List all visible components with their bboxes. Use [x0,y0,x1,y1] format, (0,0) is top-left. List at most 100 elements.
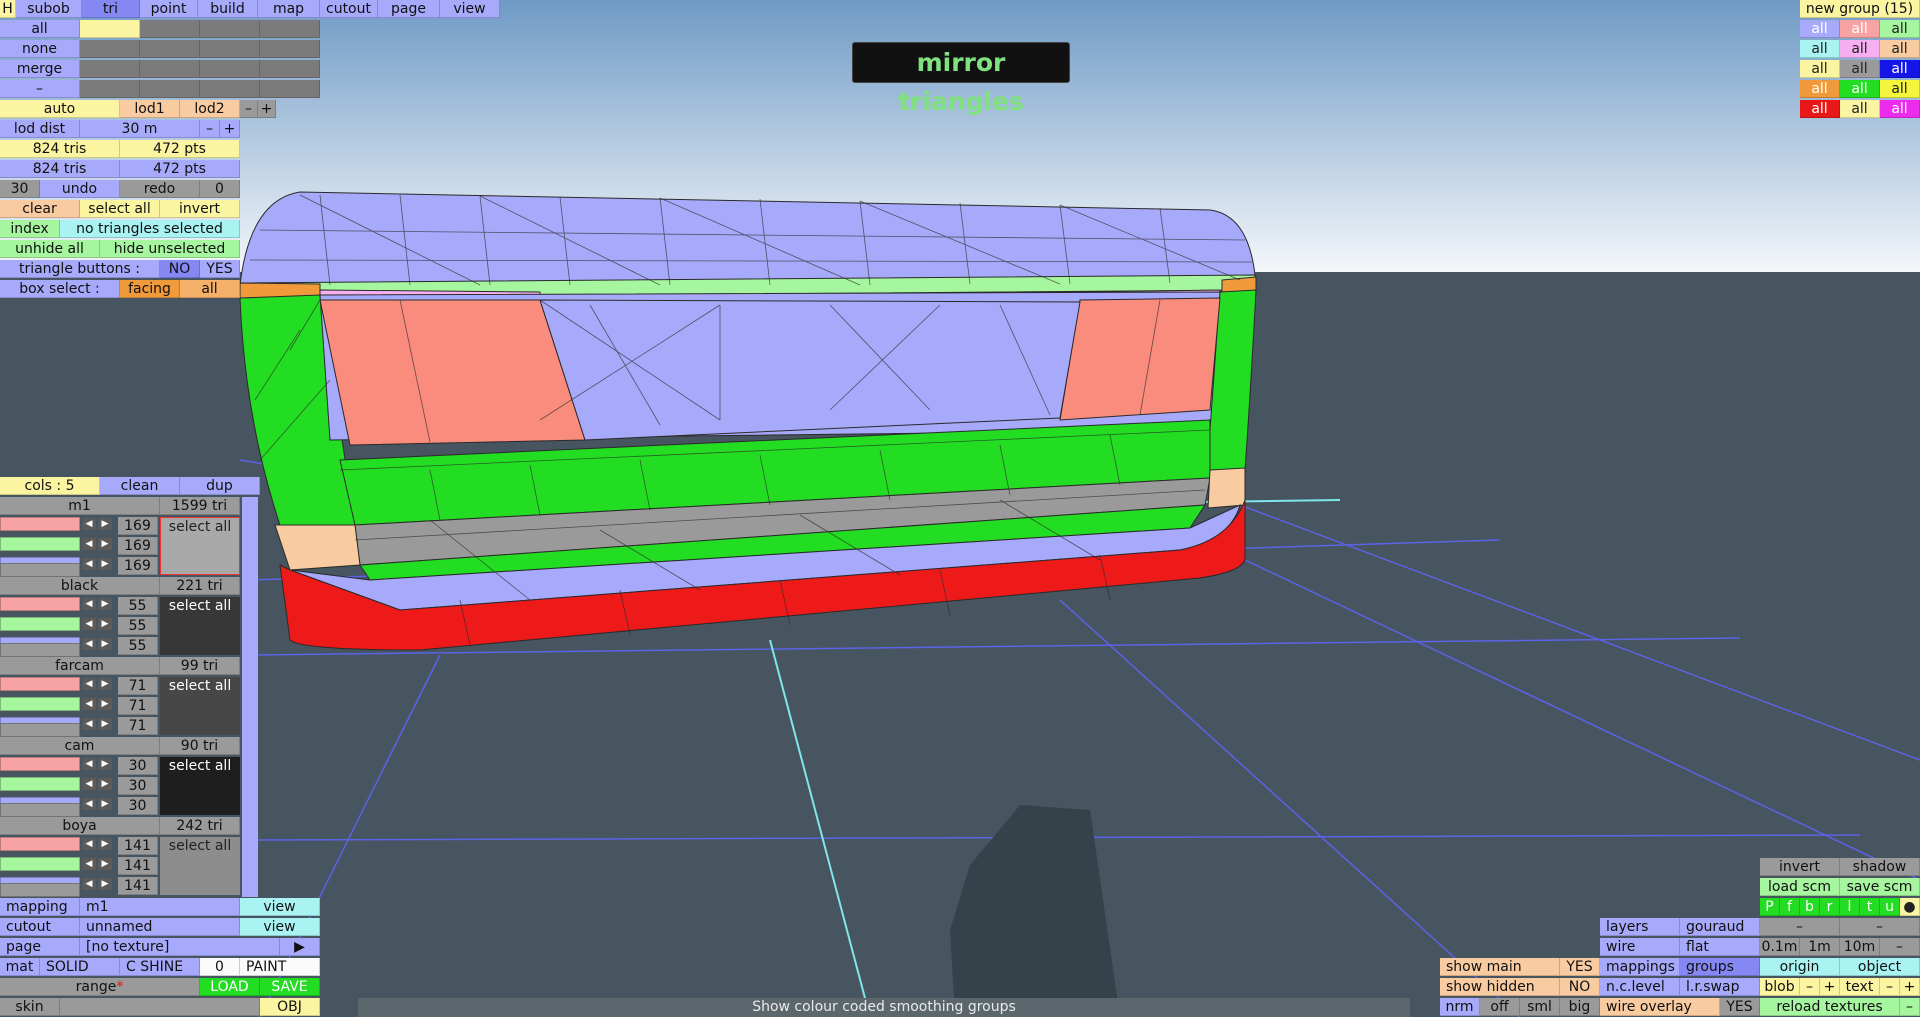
tab-tri[interactable]: tri [82,0,140,18]
invert-button[interactable]: invert [160,200,240,218]
dot-toggle-icon[interactable]: ● [1900,898,1920,916]
material-select-all-button[interactable]: select all [160,517,240,575]
triangle-buttons-yes[interactable]: YES [200,260,240,278]
group-select-all[interactable]: all [1800,80,1840,98]
lod-minus-button[interactable]: – [240,100,258,118]
nrm-button[interactable]: nrm [1440,998,1480,1016]
slot[interactable] [80,40,140,58]
arrow-left-icon[interactable]: ◀ [82,598,96,610]
mappings-button[interactable]: mappings [1600,958,1680,976]
dash-button[interactable]: – [0,80,80,98]
arrow-right-icon[interactable]: ▶ [98,778,112,790]
group-select-all[interactable]: all [1840,60,1880,78]
show-hidden-value[interactable]: NO [1560,978,1600,996]
load-button[interactable]: LOAD [200,978,260,996]
lod2-button[interactable]: lod2 [180,100,240,118]
mapping-view-button[interactable]: view [240,898,320,916]
wire-button[interactable]: wire [1600,938,1680,956]
lr-swap-button[interactable]: l.r.swap [1680,978,1760,996]
undo-button[interactable]: undo [40,180,120,198]
group-select-all[interactable]: all [1840,20,1880,38]
arrow-right-icon[interactable]: ▶ [98,838,112,850]
lod-auto-button[interactable]: auto [0,100,120,118]
3d-viewport[interactable] [0,0,1920,1017]
flag-toggle[interactable]: P [1760,898,1780,916]
show-hidden-toggle[interactable]: show hidden [1440,978,1560,996]
group-select-all[interactable]: all [1880,100,1920,118]
material-g-slider[interactable] [0,777,80,791]
save-scm-button[interactable]: save scm [1840,878,1920,896]
cutout-view-button[interactable]: view [240,918,320,936]
none-button[interactable]: none [0,40,80,58]
arrow-right-icon[interactable]: ▶ [98,618,112,630]
material-r-slider[interactable] [0,597,80,611]
tab-build[interactable]: build [198,0,258,18]
sml-button[interactable]: sml [1520,998,1560,1016]
arrow-right-icon[interactable]: ▶ [98,558,112,570]
arrow-left-icon[interactable]: ◀ [82,618,96,630]
lod-plus-button[interactable]: + [258,100,276,118]
slot[interactable] [80,60,140,78]
dash-button[interactable]: – [1760,918,1840,936]
arrow-right-icon[interactable]: ▶ [98,698,112,710]
arrow-right-icon[interactable]: ▶ [98,638,112,650]
clean-button[interactable]: clean [100,477,180,495]
obj-button[interactable]: OBJ [260,998,320,1016]
show-main-toggle[interactable]: show main [1440,958,1560,976]
lod-dist-minus[interactable]: – [200,120,220,138]
flag-toggle[interactable]: b [1800,898,1820,916]
arrow-right-icon[interactable]: ▶ [98,758,112,770]
arrow-right-icon[interactable]: ▶ [98,598,112,610]
group-select-all[interactable]: all [1880,20,1920,38]
cutout-value[interactable]: unnamed [80,918,240,936]
dist-1m[interactable]: 1m [1800,938,1840,956]
arrow-left-icon[interactable]: ◀ [82,878,96,890]
slot[interactable] [140,80,200,98]
material-select-all-button[interactable]: select all [160,597,240,655]
arrow-left-icon[interactable]: ◀ [82,798,96,810]
arrow-left-icon[interactable]: ◀ [82,838,96,850]
object-button[interactable]: object [1840,958,1920,976]
tab-subob[interactable]: subob [16,0,82,18]
redo-button[interactable]: redo [120,180,200,198]
tab-page[interactable]: page [378,0,440,18]
material-r-slider[interactable] [0,677,80,691]
slot[interactable] [80,80,140,98]
material-alpha-slider[interactable] [0,803,80,817]
group-select-all[interactable]: all [1840,80,1880,98]
arrow-left-icon[interactable]: ◀ [82,678,96,690]
wire-overlay-toggle[interactable]: wire overlay [1600,998,1720,1016]
text-button[interactable]: text [1840,978,1880,996]
tab-view[interactable]: view [440,0,500,18]
tab-h[interactable]: H [0,0,16,18]
lod1-button[interactable]: lod1 [120,100,180,118]
material-select-all-button[interactable]: select all [160,837,240,895]
arrow-right-icon[interactable]: ▶ [98,878,112,890]
material-select-all-button[interactable]: select all [160,677,240,735]
group-select-all[interactable]: all [1800,60,1840,78]
all-button[interactable]: all [0,20,80,38]
dist-0-1m[interactable]: 0.1m [1760,938,1800,956]
arrow-left-icon[interactable]: ◀ [82,638,96,650]
group-select-all[interactable]: all [1840,40,1880,58]
new-group-button[interactable]: new group (15) [1800,0,1920,18]
arrow-right-icon[interactable]: ▶ [98,798,112,810]
material-r-slider[interactable] [0,517,80,531]
arrow-left-icon[interactable]: ◀ [82,858,96,870]
paint-button[interactable]: PAINT [240,958,320,976]
flag-toggle[interactable]: t [1860,898,1880,916]
cols-button[interactable]: cols : 5 [0,477,100,495]
clear-button[interactable]: clear [0,200,80,218]
groups-button[interactable]: groups [1680,958,1760,976]
slot[interactable] [140,20,200,38]
material-g-slider[interactable] [0,697,80,711]
layers-button[interactable]: layers [1600,918,1680,936]
page-next-icon[interactable]: ▶ [280,938,320,956]
slot[interactable] [260,40,320,58]
gouraud-button[interactable]: gouraud [1680,918,1760,936]
material-r-slider[interactable] [0,757,80,771]
text-minus[interactable]: – [1880,978,1900,996]
text-plus[interactable]: + [1900,978,1920,996]
hide-unselected-button[interactable]: hide unselected [100,240,240,258]
skin-value[interactable] [60,998,260,1016]
